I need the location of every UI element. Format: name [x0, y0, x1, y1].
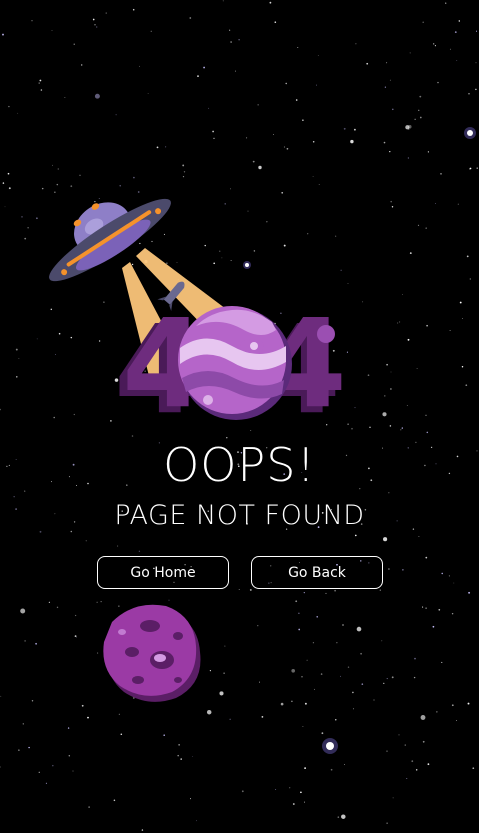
error-heading: OOPS!: [163, 438, 316, 492]
go-home-button[interactable]: Go Home: [97, 556, 229, 589]
error-subheading: PAGE NOT FOUND: [114, 500, 365, 531]
go-back-button[interactable]: Go Back: [251, 556, 383, 589]
error-illustration: 4 4 4 4: [49, 198, 347, 702]
error-page: 4 4 4 4 OOPS! PAGE NOT FOUND Go Home Go …: [0, 0, 479, 833]
asteroid-icon: [103, 604, 201, 702]
